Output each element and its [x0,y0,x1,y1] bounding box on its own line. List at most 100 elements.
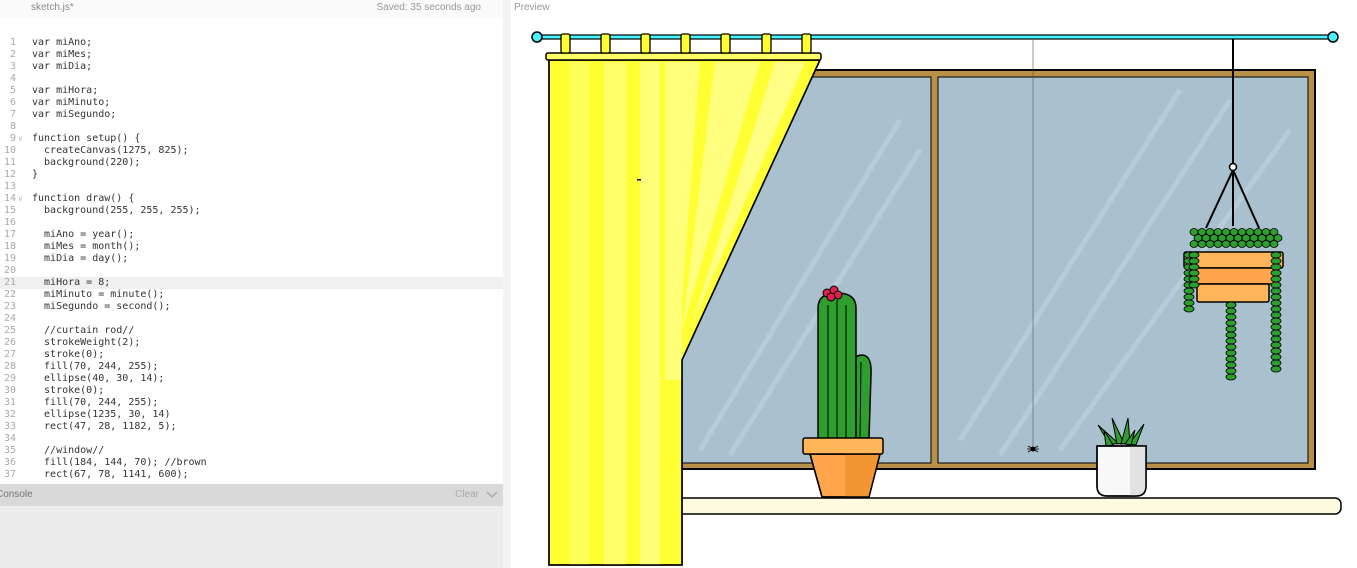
code-line[interactable]: 13 [0,181,503,193]
code-text: } [32,169,39,180]
code-text: ellipse(40, 30, 14); [32,373,165,384]
preview-canvas [531,31,1342,566]
line-number: 2 [9,49,16,60]
code-line[interactable]: 10 createCanvas(1275, 825); [0,145,503,157]
line-number: 16 [3,217,16,228]
fold-toggle-icon[interactable]: ∨ [18,133,23,145]
code-line[interactable]: 30 stroke(0); [0,385,503,397]
code-line[interactable]: 2 var miMes; [0,49,503,61]
code-line[interactable]: 37 rect(67, 78, 1141, 600); [0,469,503,481]
line-number: 4 [9,73,16,84]
code-line[interactable]: 15 background(255, 255, 255); [0,205,503,217]
line-number: 28 [3,361,16,372]
line-number: 18 [3,241,16,252]
line-number: 29 [3,373,16,384]
cactus-pot [802,437,884,498]
code-line[interactable]: 35 //window// [0,445,503,457]
line-number: 33 [3,421,16,432]
window-sill-shelf [664,497,1342,515]
code-line[interactable]: 26 strokeWeight(2); [0,337,503,349]
line-number: 35 [3,445,16,456]
code-line[interactable]: 4 [0,73,503,85]
line-number: 5 [9,85,16,96]
line-number: 22 [3,289,16,300]
code-text: function draw() { [32,193,135,204]
line-number: 26 [3,337,16,348]
code-text: function setup() { [32,133,141,144]
code-text: var miHora; [32,85,99,96]
line-number: 13 [3,181,16,192]
code-text: miMinuto = minute(); [32,289,165,300]
code-line[interactable]: 31 fill(70, 244, 255); [0,397,503,409]
code-line[interactable]: 32 ellipse(1235, 30, 14) [0,409,503,421]
code-line[interactable]: 20 [0,265,503,277]
code-line[interactable]: 19 miDia = day(); [0,253,503,265]
line-number: 34 [3,433,16,444]
code-line[interactable]: 24 [0,313,503,325]
code-area[interactable]: 1 var miAno; 2 var miMes; 3 var miDia; 4 5 var m… [0,37,503,481]
code-text: var miMes; [32,49,93,60]
code-line[interactable]: 18 miMes = month(); [0,241,503,253]
fold-toggle-icon[interactable]: ∨ [18,193,23,205]
line-number: 23 [3,301,16,312]
code-text: strokeWeight(2); [32,337,141,348]
code-line[interactable]: 16 [0,217,503,229]
code-text: stroke(0); [32,385,105,396]
line-number: 25 [3,325,16,336]
code-text: miDia = day(); [32,253,129,264]
code-line[interactable]: 29 ellipse(40, 30, 14); [0,373,503,385]
code-text: rect(47, 28, 1182, 5); [32,421,177,432]
code-text: fill(184, 144, 70); //brown [32,457,207,468]
code-line[interactable]: 17 miAno = year(); [0,229,503,241]
editor-header: sketch.js* Saved: 35 seconds ago [0,0,503,18]
console-output [0,506,503,568]
line-number: 31 [3,397,16,408]
code-line[interactable]: 8 [0,121,503,133]
code-line[interactable]: 28 fill(70, 244, 255); [0,361,503,373]
line-number: 11 [3,157,16,168]
code-line[interactable]: 6 var miMinuto; [0,97,503,109]
curtain-rod [531,31,1339,54]
code-text: stroke(0); [32,349,105,360]
code-line[interactable]: 11 background(220); [0,157,503,169]
console-clear-button[interactable]: Clear [455,489,479,500]
line-number: 3 [9,61,16,72]
line-number: 17 [3,229,16,240]
code-line[interactable]: 36 fill(184, 144, 70); //brown [0,457,503,469]
line-number: 36 [3,457,16,468]
code-line[interactable]: 21 miHora = 8; [0,277,503,289]
console-label: Console [0,489,33,500]
code-text: miSegundo = second(); [32,301,171,312]
code-line[interactable]: 9 ∨ function setup() { [0,133,503,145]
console-header: Console Clear [0,484,503,506]
panel-divider[interactable] [503,0,511,568]
code-line[interactable]: 22 miMinuto = minute(); [0,289,503,301]
line-number: 27 [3,349,16,360]
line-number: 7 [9,109,16,120]
code-text: miHora = 8; [32,277,111,288]
code-line[interactable]: 27 stroke(0); [0,349,503,361]
line-number: 9 [9,133,16,144]
code-line[interactable]: 25 //curtain rod// [0,325,503,337]
code-line[interactable]: 3 var miDia; [0,61,503,73]
code-text: var miSegundo; [32,109,117,120]
line-number: 14 [3,193,16,204]
code-text: createCanvas(1275, 825); [32,145,189,156]
code-line[interactable]: 34 [0,433,503,445]
line-number: 24 [3,313,16,324]
code-line[interactable]: 1 var miAno; [0,37,503,49]
code-line[interactable]: 23 miSegundo = second(); [0,301,503,313]
code-text: rect(67, 78, 1141, 600); [32,469,189,480]
file-tab[interactable]: sketch.js* [31,2,74,13]
code-line[interactable]: 14 ∨ function draw() { [0,193,503,205]
code-line[interactable]: 33 rect(47, 28, 1182, 5); [0,421,503,433]
line-number: 15 [3,205,16,216]
code-line[interactable]: 12} [0,169,503,181]
code-line[interactable]: 5 var miHora; [0,85,503,97]
saved-status: Saved: 35 seconds ago [376,2,481,13]
line-number: 32 [3,409,16,420]
chevron-down-icon[interactable] [485,488,499,500]
code-line[interactable]: 7 var miSegundo; [0,109,503,121]
code-text: var miMinuto; [32,97,111,108]
code-text: miAno = year(); [32,229,135,240]
